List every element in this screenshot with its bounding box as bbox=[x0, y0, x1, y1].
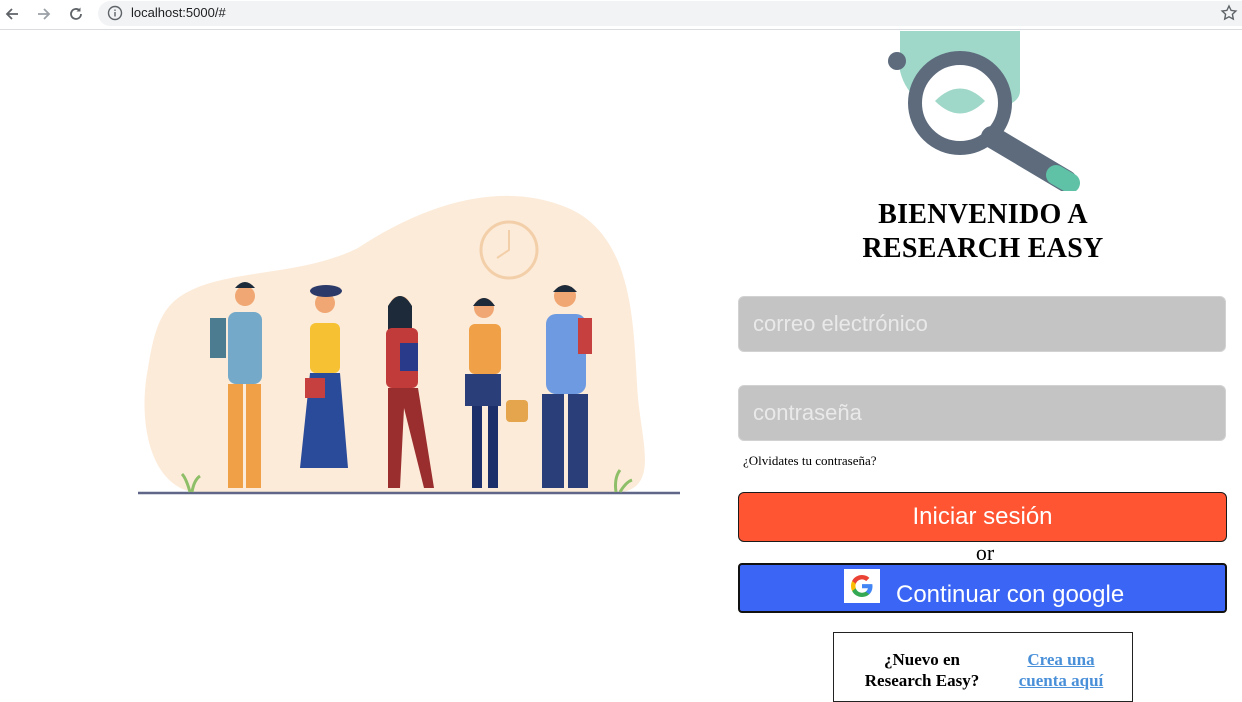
login-button[interactable]: Iniciar sesión bbox=[738, 492, 1227, 542]
star-icon[interactable] bbox=[1220, 4, 1238, 27]
google-logo-icon bbox=[844, 569, 880, 603]
info-icon[interactable] bbox=[107, 5, 123, 26]
password-field[interactable] bbox=[738, 385, 1226, 441]
register-question: ¿Nuevo en Research Easy? bbox=[864, 650, 980, 690]
title-line-2: RESEARCH EASY bbox=[862, 233, 1104, 264]
back-arrow-icon[interactable] bbox=[1, 3, 23, 25]
research-easy-logo bbox=[880, 26, 1090, 196]
google-button-label: Continuar con google bbox=[896, 581, 1125, 608]
url-text: localhost:5000/# bbox=[131, 5, 226, 20]
browser-toolbar: localhost:5000/# bbox=[0, 0, 1242, 30]
students-illustration bbox=[138, 188, 683, 503]
reload-icon[interactable] bbox=[65, 3, 87, 25]
address-bar[interactable]: localhost:5000/# bbox=[98, 1, 1242, 26]
create-account-link[interactable]: Crea una cuenta aquí bbox=[1006, 649, 1116, 691]
title-line-1: BIENVENIDO A bbox=[878, 199, 1088, 230]
page-title: BIENVENIDO A RESEARCH EASY bbox=[820, 198, 1146, 266]
forward-arrow-icon[interactable] bbox=[33, 3, 55, 25]
forgot-password-link[interactable]: ¿Olvidates tu contraseña? bbox=[743, 453, 877, 469]
email-field[interactable] bbox=[738, 296, 1226, 352]
google-login-button[interactable]: Continuar con google bbox=[738, 563, 1227, 613]
register-box: ¿Nuevo en Research Easy? Crea una cuenta… bbox=[833, 632, 1133, 702]
